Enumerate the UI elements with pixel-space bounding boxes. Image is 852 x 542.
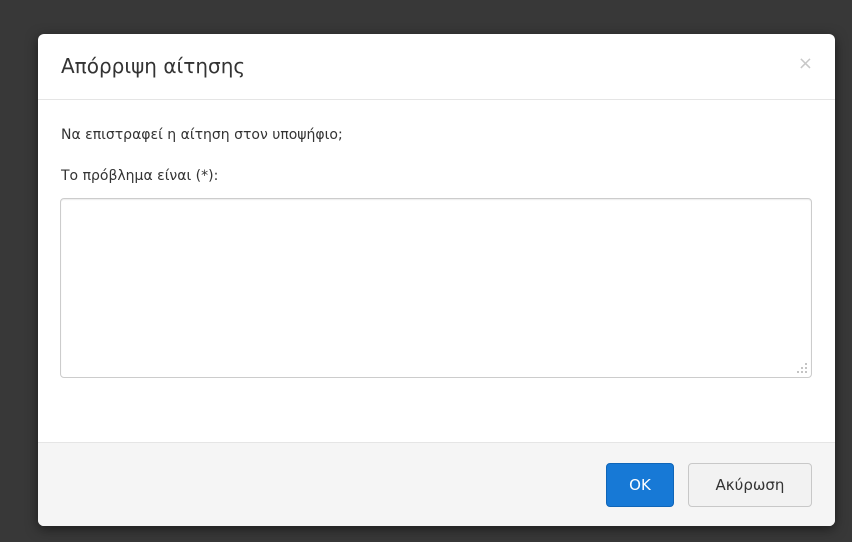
dialog-body: Να επιστραφεί η αίτηση στον υποψήφιο; Το… bbox=[38, 100, 835, 442]
dialog-footer: OK Ακύρωση bbox=[38, 442, 835, 526]
page: Απόρριψη αίτησης × Να επιστραφεί η αίτησ… bbox=[0, 0, 852, 542]
resize-grip-icon[interactable] bbox=[797, 363, 807, 373]
cancel-button[interactable]: Ακύρωση bbox=[688, 463, 812, 507]
problem-field-label: Το πρόβλημα είναι (*): bbox=[61, 168, 219, 184]
problem-textarea[interactable] bbox=[60, 198, 812, 378]
close-icon[interactable]: × bbox=[798, 54, 813, 74]
confirmation-question: Να επιστραφεί η αίτηση στον υποψήφιο; bbox=[61, 127, 343, 143]
dialog-title: Απόρριψη αίτησης bbox=[61, 54, 246, 78]
ok-button[interactable]: OK bbox=[606, 463, 674, 507]
reject-application-dialog: Απόρριψη αίτησης × Να επιστραφεί η αίτησ… bbox=[38, 34, 835, 526]
dialog-header: Απόρριψη αίτησης × bbox=[38, 34, 835, 100]
